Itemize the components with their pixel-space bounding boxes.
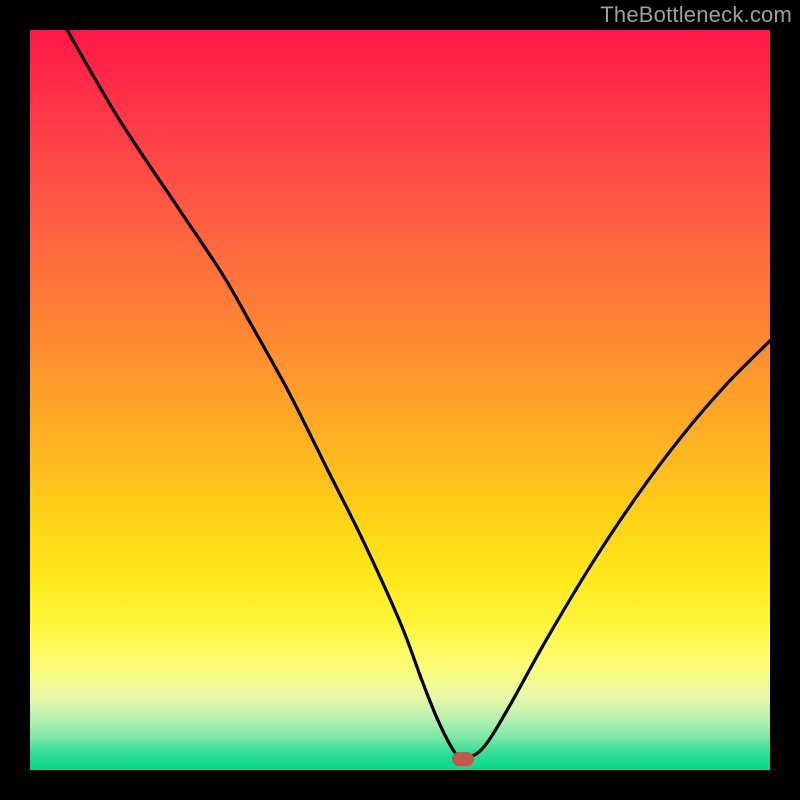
bottleneck-curve	[30, 30, 770, 770]
optimum-marker	[452, 752, 474, 766]
chart-stage: TheBottleneck.com	[0, 0, 800, 800]
plot-area	[30, 30, 770, 770]
watermark-text: TheBottleneck.com	[600, 2, 792, 28]
